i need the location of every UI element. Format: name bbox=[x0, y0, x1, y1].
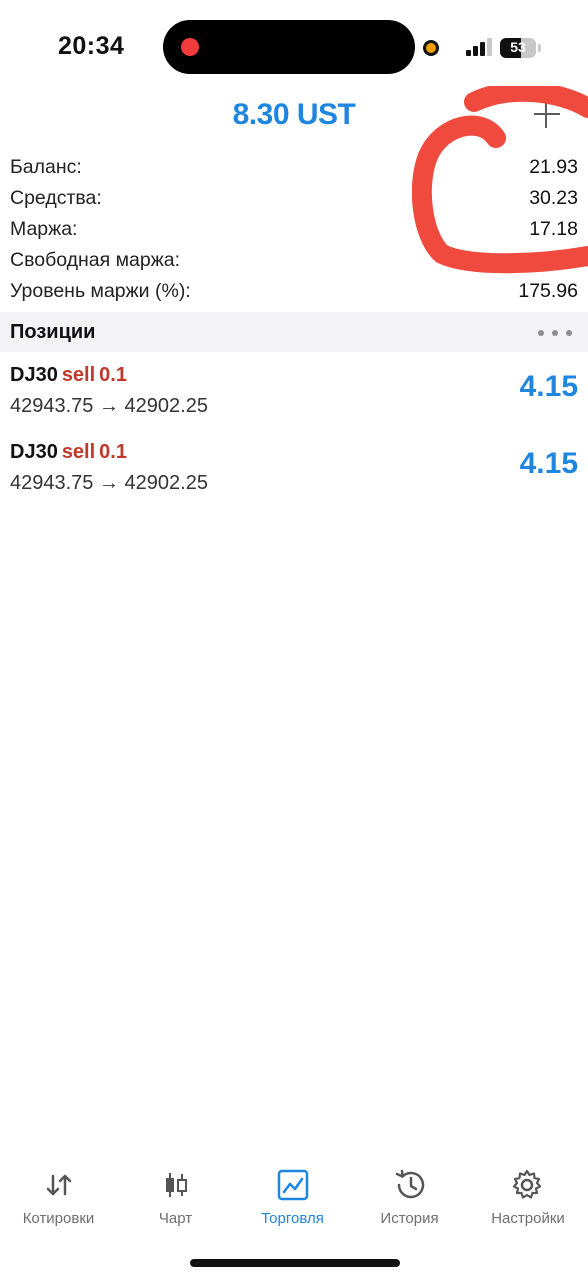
tab-history-label: История bbox=[380, 1210, 439, 1227]
account-summary: Баланс: 21.93 Средства: 30.23 Маржа: 17.… bbox=[0, 152, 588, 307]
tab-settings-label: Настройки bbox=[491, 1210, 565, 1227]
position-row[interactable]: DJ30 sell 0.1 42943.75 → 42902.25 4.15 bbox=[0, 352, 588, 429]
camera-indicator-icon bbox=[423, 40, 439, 56]
margin-level-label: Уровень маржи (%): bbox=[10, 280, 191, 302]
tab-bar: Котировки Чарт Торговля История Настройк… bbox=[0, 1160, 588, 1240]
free-margin-label: Свободная маржа: bbox=[10, 249, 181, 271]
margin-level-row: Уровень маржи (%): 175.96 bbox=[0, 276, 588, 307]
home-indicator[interactable] bbox=[190, 1259, 400, 1267]
battery-cap bbox=[538, 44, 541, 52]
tab-quotes-label: Котировки bbox=[22, 1210, 95, 1227]
account-title[interactable]: 8.30 UST bbox=[0, 98, 588, 132]
margin-row: Маржа: 17.18 bbox=[0, 214, 588, 245]
margin-label: Маржа: bbox=[10, 218, 78, 240]
position-side: sell bbox=[61, 364, 96, 386]
tab-chart-label: Чарт bbox=[158, 1210, 193, 1227]
position-symbol: DJ30 bbox=[10, 364, 58, 386]
position-side: sell bbox=[61, 441, 96, 463]
equity-value: 30.23 bbox=[529, 187, 578, 209]
position-volume: 0.1 bbox=[99, 364, 127, 386]
cellular-signal-icon bbox=[466, 38, 492, 56]
quotes-arrows-icon bbox=[46, 1174, 72, 1196]
balance-row: Баланс: 21.93 bbox=[0, 152, 588, 183]
tab-trade-label: Торговля bbox=[261, 1210, 324, 1227]
position-volume: 0.1 bbox=[99, 441, 127, 463]
position-row[interactable]: DJ30 sell 0.1 42943.75 → 42902.25 4.15 bbox=[0, 429, 588, 506]
free-margin-row: Свободная маржа: bbox=[0, 245, 588, 276]
tab-quotes[interactable]: Котировки bbox=[0, 1160, 117, 1240]
equity-label: Средства: bbox=[10, 187, 102, 209]
add-icon[interactable] bbox=[532, 100, 562, 130]
positions-list: DJ30 sell 0.1 42943.75 → 42902.25 4.15 DJ3… bbox=[0, 352, 588, 506]
tab-chart[interactable]: Чарт bbox=[117, 1160, 234, 1240]
margin-level-value: 175.96 bbox=[518, 280, 578, 302]
status-bar: 20:34 53 bbox=[0, 0, 588, 92]
position-profit: 4.15 bbox=[519, 447, 578, 480]
status-time: 20:34 bbox=[58, 32, 125, 60]
position-symbol: DJ30 bbox=[10, 441, 58, 463]
positions-header: Позиции bbox=[0, 312, 588, 352]
margin-value: 17.18 bbox=[529, 218, 578, 240]
tab-trade[interactable]: Торговля bbox=[234, 1160, 351, 1240]
recording-indicator-icon bbox=[181, 38, 199, 56]
position-prices: 42943.75 → 42902.25 bbox=[10, 395, 208, 417]
more-options-icon[interactable] bbox=[538, 330, 572, 336]
equity-row: Средства: 30.23 bbox=[0, 183, 588, 214]
position-summary: DJ30 sell 0.1 bbox=[10, 441, 127, 464]
battery-level: 53 bbox=[510, 39, 526, 55]
position-summary: DJ30 sell 0.1 bbox=[10, 364, 127, 387]
history-clock-icon bbox=[395, 1169, 425, 1199]
gear-icon bbox=[512, 1169, 542, 1199]
trade-chart-icon bbox=[277, 1169, 309, 1201]
positions-title: Позиции bbox=[10, 321, 96, 343]
dynamic-island bbox=[163, 20, 415, 74]
position-profit: 4.15 bbox=[519, 370, 578, 403]
tab-history[interactable]: История bbox=[351, 1160, 468, 1240]
position-prices: 42943.75 → 42902.25 bbox=[10, 472, 208, 494]
balance-label: Баланс: bbox=[10, 156, 82, 178]
tab-settings[interactable]: Настройки bbox=[468, 1160, 588, 1240]
candlestick-icon bbox=[166, 1173, 187, 1197]
battery-icon: 53 bbox=[500, 38, 536, 58]
balance-value: 21.93 bbox=[529, 156, 578, 178]
